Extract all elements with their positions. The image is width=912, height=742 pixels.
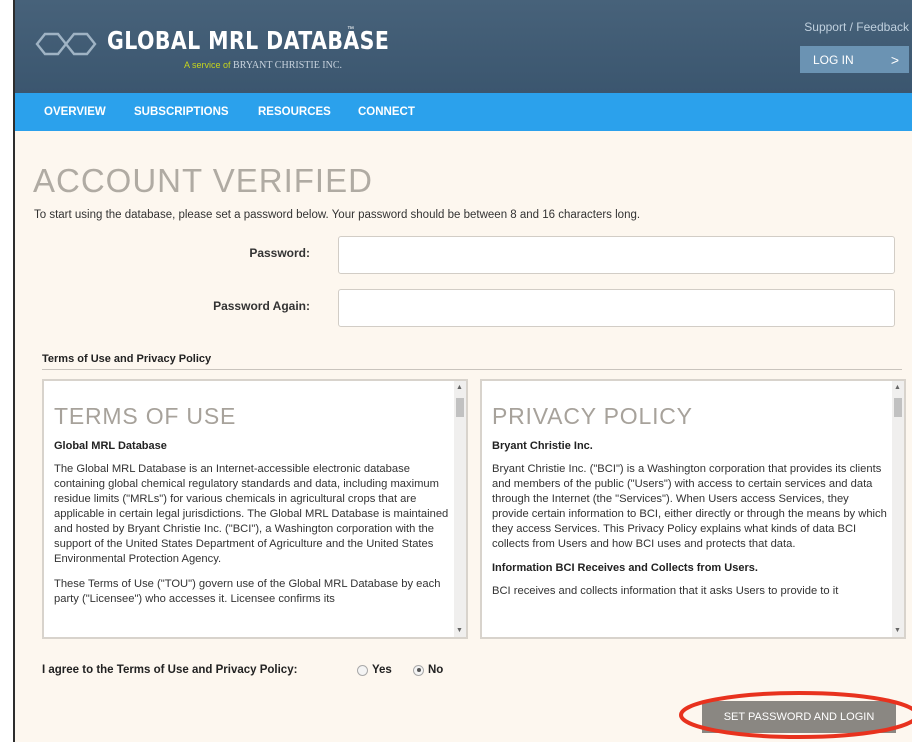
agree-label: I agree to the Terms of Use and Privacy … <box>42 664 298 676</box>
terms-of-use-paragraph: The Global MRL Database is an Internet-a… <box>54 463 449 565</box>
scroll-up-icon[interactable]: ▲ <box>894 384 901 391</box>
radio-yes-label[interactable]: Yes <box>372 664 392 676</box>
radio-no-label[interactable]: No <box>428 664 443 676</box>
scrollbar[interactable]: ▲ ▼ <box>892 381 904 637</box>
privacy-policy-subtitle: Bryant Christie Inc. <box>492 440 593 452</box>
privacy-policy-title: PRIVACY POLICY <box>492 403 693 429</box>
password-again-label: Password Again: <box>213 299 310 313</box>
nav-item-resources[interactable]: RESOURCES <box>258 106 331 118</box>
terms-of-use-content: TERMS OF USE Global MRL Database The Glo… <box>54 381 450 607</box>
brand-sub-company: BRYANT CHRISTIE INC. <box>233 60 343 71</box>
trademark-symbol: ™ <box>347 26 354 33</box>
nav-item-overview[interactable]: OVERVIEW <box>44 106 106 118</box>
support-feedback-link[interactable]: Support / Feedback <box>804 20 909 34</box>
privacy-policy-paragraph: BCI receives and collects information th… <box>492 585 839 597</box>
brand-subtitle: A service of BRYANT CHRISTIE INC. <box>184 60 342 71</box>
agree-yes-option[interactable]: Yes <box>357 662 392 678</box>
nav-item-connect[interactable]: CONNECT <box>358 106 415 118</box>
radio-yes[interactable] <box>357 664 368 676</box>
intro-text: To start using the database, please set … <box>34 209 641 221</box>
password-label: Password: <box>249 246 310 260</box>
privacy-policy-paragraph: Bryant Christie Inc. ("BCI") is a Washin… <box>492 463 887 550</box>
scroll-down-icon[interactable]: ▼ <box>894 627 901 634</box>
divider <box>42 369 902 370</box>
page-title: ACCOUNT VERIFIED <box>33 162 373 199</box>
set-password-and-login-button[interactable]: SET PASSWORD AND LOGIN <box>702 701 896 733</box>
scrollbar-thumb[interactable] <box>456 398 464 417</box>
privacy-policy-content: PRIVACY POLICY Bryant Christie Inc. Brya… <box>492 381 888 599</box>
terms-of-use-paragraph: These Terms of Use ("TOU") govern use of… <box>54 578 441 605</box>
password-field[interactable] <box>338 236 895 274</box>
site-header: GLOBAL MRL DATABASE ™ A service of BRYAN… <box>15 0 912 93</box>
login-button-label: LOG IN <box>813 53 854 67</box>
terms-of-use-box[interactable]: TERMS OF USE Global MRL Database The Glo… <box>42 379 468 639</box>
chevron-right-icon: > <box>890 52 899 68</box>
password-again-field[interactable] <box>338 289 895 327</box>
login-button[interactable]: LOG IN > <box>800 46 909 73</box>
page-frame: GLOBAL MRL DATABASE ™ A service of BRYAN… <box>13 0 912 742</box>
logo-icon[interactable] <box>31 24 101 64</box>
terms-of-use-title: TERMS OF USE <box>54 403 237 429</box>
scroll-up-icon[interactable]: ▲ <box>456 384 463 391</box>
scrollbar[interactable]: ▲ ▼ <box>454 381 466 637</box>
privacy-policy-box[interactable]: PRIVACY POLICY Bryant Christie Inc. Brya… <box>480 379 906 639</box>
brand-sub-prefix: A service of <box>184 60 231 70</box>
nav-item-subscriptions[interactable]: SUBSCRIPTIONS <box>134 106 229 118</box>
radio-no[interactable] <box>413 664 424 676</box>
scroll-down-icon[interactable]: ▼ <box>456 627 463 634</box>
privacy-policy-section-heading: Information BCI Receives and Collects fr… <box>492 562 758 574</box>
main-nav: OVERVIEW SUBSCRIPTIONS RESOURCES CONNECT <box>15 93 912 131</box>
scrollbar-thumb[interactable] <box>894 398 902 417</box>
agree-no-option[interactable]: No <box>413 662 443 678</box>
terms-heading: Terms of Use and Privacy Policy <box>42 353 212 365</box>
terms-of-use-subtitle: Global MRL Database <box>54 440 167 452</box>
